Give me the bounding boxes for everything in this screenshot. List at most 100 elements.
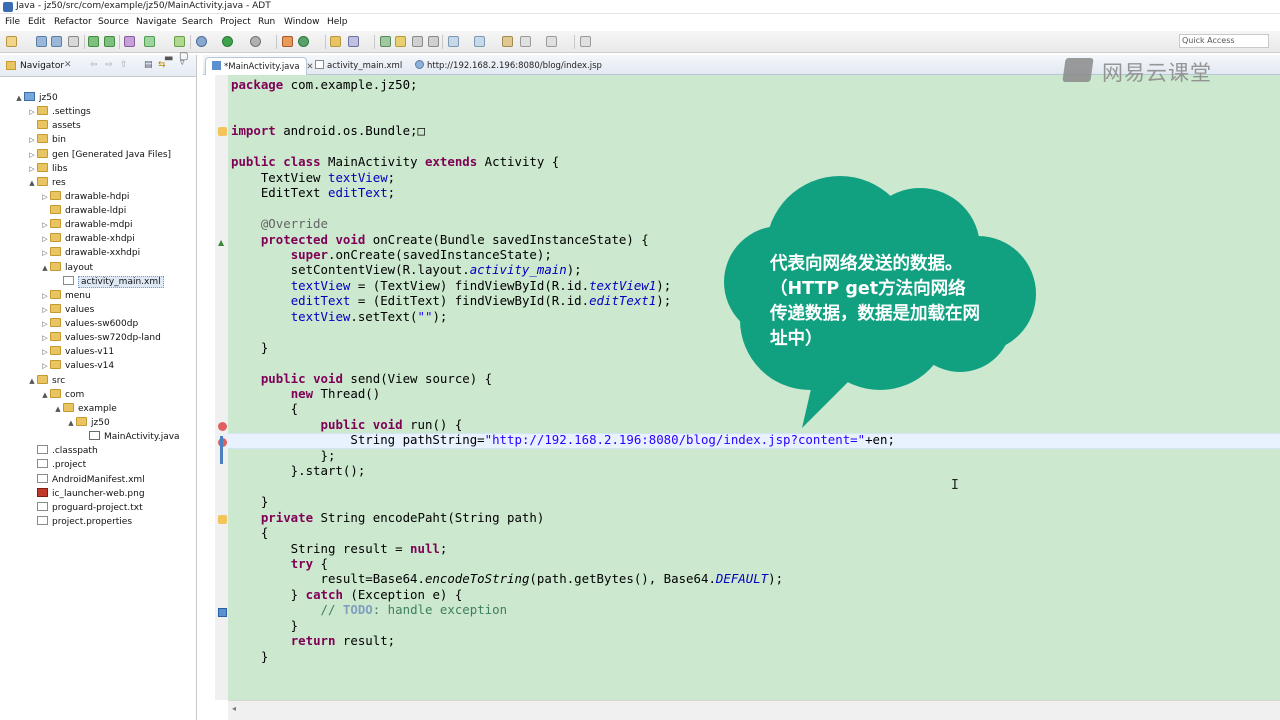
- tree-item[interactable]: ▲ layout: [40, 261, 93, 275]
- tree-item[interactable]: ▲ res: [27, 176, 66, 190]
- menu-source[interactable]: Source: [98, 17, 129, 27]
- tree-item[interactable]: ▲ jz50: [66, 416, 110, 430]
- tree-item[interactable]: ▷ values-sw720dp-land: [40, 331, 161, 345]
- toggle-mark-occurrences-icon[interactable]: [395, 36, 406, 47]
- external-tools-icon[interactable]: [250, 36, 261, 47]
- new-android-icon[interactable]: [174, 36, 185, 47]
- avd-manager-icon[interactable]: [104, 36, 115, 47]
- tree-item[interactable]: .classpath: [27, 444, 98, 458]
- tree-item[interactable]: drawable-ldpi: [40, 204, 126, 218]
- collapsed-arrow-icon[interactable]: ▷: [40, 345, 50, 359]
- collapsed-arrow-icon[interactable]: ▷: [27, 133, 37, 147]
- warning-marker-icon[interactable]: [218, 515, 227, 524]
- override-marker-icon[interactable]: ▲: [218, 238, 227, 247]
- menu-edit[interactable]: Edit: [28, 17, 45, 27]
- expanded-arrow-icon[interactable]: ▲: [40, 388, 50, 402]
- expanded-arrow-icon[interactable]: ▲: [66, 416, 76, 430]
- forward-icon[interactable]: ⇨: [105, 60, 113, 70]
- collapse-all-icon[interactable]: ▤: [144, 60, 153, 70]
- expanded-arrow-icon[interactable]: ▲: [27, 374, 37, 388]
- up-icon[interactable]: ⇧: [120, 60, 128, 70]
- tree-item[interactable]: MainActivity.java: [79, 430, 180, 444]
- tree-item[interactable]: ▲ src: [27, 374, 65, 388]
- open-type-icon[interactable]: [330, 36, 341, 47]
- collapsed-arrow-icon[interactable]: ▷: [40, 218, 50, 232]
- pin-editor-icon[interactable]: [580, 36, 591, 47]
- tree-item[interactable]: ▷ bin: [27, 133, 66, 147]
- horizontal-scrollbar[interactable]: ◂: [228, 700, 1280, 720]
- minimize-icon[interactable]: ▬: [164, 53, 173, 64]
- tree-item[interactable]: ▷ .settings: [27, 105, 91, 119]
- maximize-icon[interactable]: ▢: [179, 51, 188, 62]
- tree-item[interactable]: ▲ jz50: [14, 91, 58, 105]
- tree-item[interactable]: ▷ drawable-xxhdpi: [40, 246, 140, 260]
- menu-help[interactable]: Help: [327, 17, 348, 27]
- menu-window[interactable]: Window: [284, 17, 320, 27]
- tree-item[interactable]: AndroidManifest.xml: [27, 473, 145, 487]
- collapsed-arrow-icon[interactable]: ▷: [40, 190, 50, 204]
- collapsed-arrow-icon[interactable]: ▷: [40, 317, 50, 331]
- tree-item[interactable]: .project: [27, 458, 86, 472]
- menu-search[interactable]: Search: [182, 17, 213, 27]
- code-editor[interactable]: package com.example.jz50; import android.…: [228, 75, 1280, 700]
- annotation-icon[interactable]: [380, 36, 391, 47]
- search-icon[interactable]: [348, 36, 359, 47]
- next-annotation-icon[interactable]: [448, 36, 459, 47]
- tree-item[interactable]: ▷ values: [40, 303, 94, 317]
- tree-item[interactable]: ▷ values-v14: [40, 359, 114, 373]
- tree-item[interactable]: ▷ libs: [27, 162, 67, 176]
- collapsed-arrow-icon[interactable]: ▷: [40, 232, 50, 246]
- warning-marker-icon[interactable]: [218, 127, 227, 136]
- tab-browser-url[interactable]: http://192.168.2.196:8080/blog/index.jsp: [409, 57, 608, 75]
- tree-item[interactable]: ▷ values-v11: [40, 345, 114, 359]
- android-sdk-icon[interactable]: [88, 36, 99, 47]
- collapsed-arrow-icon[interactable]: ▷: [40, 359, 50, 373]
- expanded-arrow-icon[interactable]: ▲: [53, 402, 63, 416]
- collapsed-arrow-icon[interactable]: ▷: [27, 148, 37, 162]
- tree-item[interactable]: ▷ menu: [40, 289, 91, 303]
- tree-item[interactable]: ▷ gen [Generated Java Files]: [27, 148, 171, 162]
- new-java-package-icon[interactable]: [282, 36, 293, 47]
- back-icon[interactable]: [520, 36, 531, 47]
- quick-access-input[interactable]: Quick Access: [1179, 34, 1269, 48]
- previous-annotation-icon[interactable]: [474, 36, 485, 47]
- menu-navigate[interactable]: Navigate: [136, 17, 176, 27]
- debug-icon[interactable]: [196, 36, 207, 47]
- error-marker-icon[interactable]: [218, 422, 227, 431]
- print-icon[interactable]: [68, 36, 79, 47]
- tree-item[interactable]: ▲ com: [40, 388, 84, 402]
- new-icon[interactable]: [6, 36, 17, 47]
- tree-item[interactable]: ▷ drawable-mdpi: [40, 218, 133, 232]
- lint-icon[interactable]: [124, 36, 135, 47]
- tree-item[interactable]: assets: [27, 119, 81, 133]
- collapsed-arrow-icon[interactable]: ▷: [40, 331, 50, 345]
- tree-item[interactable]: ▷ values-sw600dp: [40, 317, 138, 331]
- forward-icon[interactable]: [546, 36, 557, 47]
- check-icon[interactable]: [144, 36, 155, 47]
- menu-refactor[interactable]: Refactor: [54, 17, 92, 27]
- expanded-arrow-icon[interactable]: ▲: [27, 176, 37, 190]
- new-java-class-icon[interactable]: [298, 36, 309, 47]
- show-whitespace-icon[interactable]: [428, 36, 439, 47]
- tab-activity-main-xml[interactable]: activity_main.xml: [309, 57, 408, 75]
- block-selection-icon[interactable]: [412, 36, 423, 47]
- tree-item[interactable]: ▷ drawable-hdpi: [40, 190, 129, 204]
- menu-file[interactable]: File: [5, 17, 20, 27]
- collapsed-arrow-icon[interactable]: ▷: [40, 303, 50, 317]
- save-all-icon[interactable]: [51, 36, 62, 47]
- expanded-arrow-icon[interactable]: ▲: [14, 91, 24, 105]
- tree-item[interactable]: ic_launcher-web.png: [27, 487, 145, 501]
- tree-item[interactable]: activity_main.xml: [53, 275, 164, 289]
- tree-item[interactable]: ▲ example: [53, 402, 117, 416]
- collapsed-arrow-icon[interactable]: ▷: [40, 289, 50, 303]
- tree-item[interactable]: ▷ drawable-xhdpi: [40, 232, 135, 246]
- run-icon[interactable]: [222, 36, 233, 47]
- back-icon[interactable]: ⇦: [90, 60, 98, 70]
- menu-run[interactable]: Run: [258, 17, 275, 27]
- tree-item[interactable]: project.properties: [27, 515, 132, 529]
- expanded-arrow-icon[interactable]: ▲: [40, 261, 50, 275]
- tree-item[interactable]: proguard-project.txt: [27, 501, 143, 515]
- scroll-left-icon[interactable]: ◂: [232, 704, 236, 713]
- collapsed-arrow-icon[interactable]: ▷: [27, 105, 37, 119]
- close-icon[interactable]: ✕: [64, 60, 72, 70]
